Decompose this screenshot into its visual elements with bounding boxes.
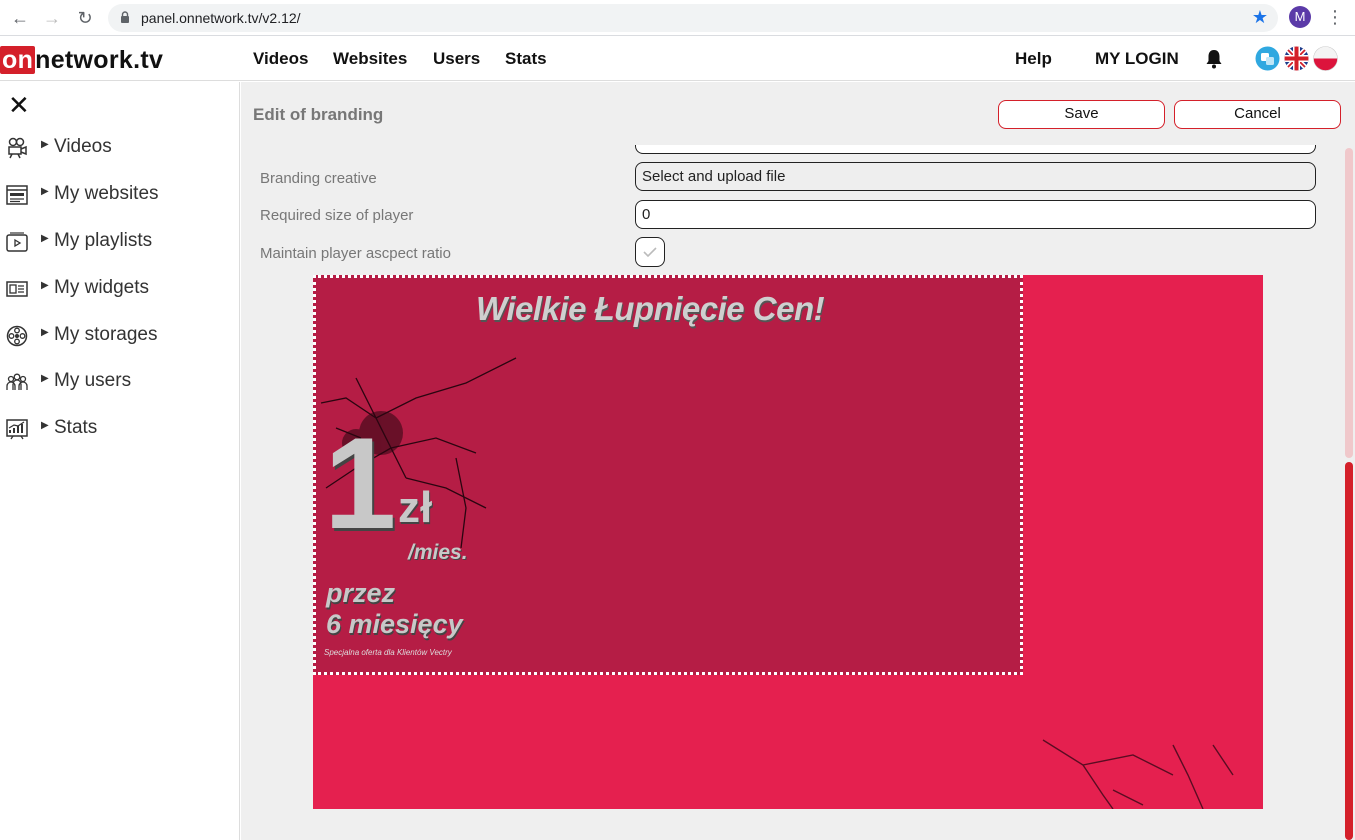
playlist-icon xyxy=(6,232,28,252)
expand-caret-icon: ▶ xyxy=(41,420,49,431)
forward-arrow-icon[interactable]: → xyxy=(40,6,64,30)
branding-preview: Wielkie Łupnięcie Cen! 1 zł /mies. przez… xyxy=(313,275,1263,809)
video-camera-icon xyxy=(8,137,27,159)
sidebar-item-label: My storages xyxy=(54,324,158,345)
nav-videos[interactable]: Videos xyxy=(253,49,308,69)
expand-caret-icon: ▶ xyxy=(41,233,49,244)
preview-duration: przez 6 miesięcy xyxy=(326,578,463,640)
browser-toolbar: ← → ↻ panel.onnetwork.tv/v2.12/ ★ M ⋮ xyxy=(0,0,1355,36)
preview-duration-line2: 6 miesięcy xyxy=(326,609,463,639)
app-header: onnetwork.tv Videos Websites Users Stats… xyxy=(0,37,1355,81)
notification-bell-icon[interactable] xyxy=(1205,49,1223,69)
back-arrow-icon[interactable]: ← xyxy=(8,6,32,30)
lock-icon xyxy=(121,11,129,23)
sidebar: ✕ ▶ Videos ▶ My websites ▶ My playlists xyxy=(0,82,240,840)
website-icon xyxy=(6,185,28,205)
storage-reel-icon xyxy=(6,325,28,347)
sidebar-item-label: My widgets xyxy=(54,277,150,298)
branding-creative-frame[interactable]: Wielkie Łupnięcie Cen! 1 zł /mies. przez… xyxy=(313,275,1023,675)
sidebar-item-my-users[interactable]: ▶ My users xyxy=(0,367,240,397)
expand-caret-icon: ▶ xyxy=(41,139,49,150)
sidebar-item-stats[interactable]: ▶ Stats xyxy=(0,414,240,444)
stats-chart-icon xyxy=(6,419,28,440)
aspect-ratio-label: Maintain player ascpect ratio xyxy=(260,245,451,262)
page-title: Edit of branding xyxy=(253,105,384,124)
preview-headline: Wielkie Łupnięcie Cen! xyxy=(476,290,825,327)
widget-icon xyxy=(6,281,28,297)
sidebar-item-my-storages[interactable]: ▶ My storages xyxy=(0,321,240,351)
uk-flag-icon[interactable] xyxy=(1284,46,1309,71)
cancel-button[interactable]: Cancel xyxy=(1174,100,1341,129)
scrollbar-thumb[interactable] xyxy=(1345,462,1353,840)
expand-caret-icon: ▶ xyxy=(41,327,49,338)
nav-websites[interactable]: Websites xyxy=(333,49,407,69)
sidebar-item-my-playlists[interactable]: ▶ My playlists xyxy=(0,227,240,257)
checkmark-icon xyxy=(643,247,657,258)
preview-price-unit: zł xyxy=(398,483,433,532)
sidebar-item-videos[interactable]: ▶ Videos xyxy=(0,133,240,163)
sidebar-item-label: My playlists xyxy=(54,230,153,251)
expand-caret-icon: ▶ xyxy=(41,186,49,197)
preview-fine-print: Specjalna oferta dla Klientów Vectry xyxy=(324,648,452,657)
sidebar-item-label: My users xyxy=(54,370,132,391)
translate-flag-icon[interactable] xyxy=(1255,46,1280,71)
nav-users[interactable]: Users xyxy=(433,49,480,69)
browser-menu-icon[interactable]: ⋮ xyxy=(1326,6,1344,28)
nav-stats[interactable]: Stats xyxy=(505,49,547,69)
nav-my-login[interactable]: MY LOGIN xyxy=(1095,49,1179,69)
sidebar-item-label: Videos xyxy=(54,136,112,157)
branding-creative-upload[interactable]: Select and upload file xyxy=(635,162,1316,191)
player-size-input[interactable]: 0 xyxy=(635,200,1316,229)
player-size-label: Required size of player xyxy=(260,207,414,224)
branding-creative-label: Branding creative xyxy=(260,170,377,187)
preview-duration-line1: przez xyxy=(326,578,396,608)
save-button[interactable]: Save xyxy=(998,100,1165,129)
sidebar-item-label: Stats xyxy=(54,417,98,438)
preview-price-period: /mies. xyxy=(408,541,468,564)
address-bar[interactable]: panel.onnetwork.tv/v2.12/ ★ xyxy=(108,4,1278,32)
profile-avatar[interactable]: M xyxy=(1289,6,1311,28)
preview-price-number: 1 xyxy=(324,410,396,556)
pl-flag-icon[interactable] xyxy=(1313,46,1338,71)
close-icon[interactable]: ✕ xyxy=(8,90,30,121)
sidebar-item-my-widgets[interactable]: ▶ My widgets xyxy=(0,274,240,304)
users-icon xyxy=(6,373,28,390)
expand-caret-icon: ▶ xyxy=(41,280,49,291)
aspect-ratio-checkbox[interactable] xyxy=(635,237,665,267)
bookmark-star-icon[interactable]: ★ xyxy=(1252,7,1268,28)
reload-icon[interactable]: ↻ xyxy=(73,6,97,30)
sidebar-item-my-websites[interactable]: ▶ My websites xyxy=(0,180,240,210)
sidebar-item-label: My websites xyxy=(54,183,159,204)
header-overlap xyxy=(241,130,1341,145)
site-logo[interactable]: onnetwork.tv xyxy=(0,46,163,75)
expand-caret-icon: ▶ xyxy=(41,373,49,384)
scrollbar-track-upper[interactable] xyxy=(1345,148,1353,458)
nav-help[interactable]: Help xyxy=(1015,49,1052,69)
url-text: panel.onnetwork.tv/v2.12/ xyxy=(141,10,301,26)
main-content: Edit of branding Save Cancel Branding cr… xyxy=(241,82,1355,840)
